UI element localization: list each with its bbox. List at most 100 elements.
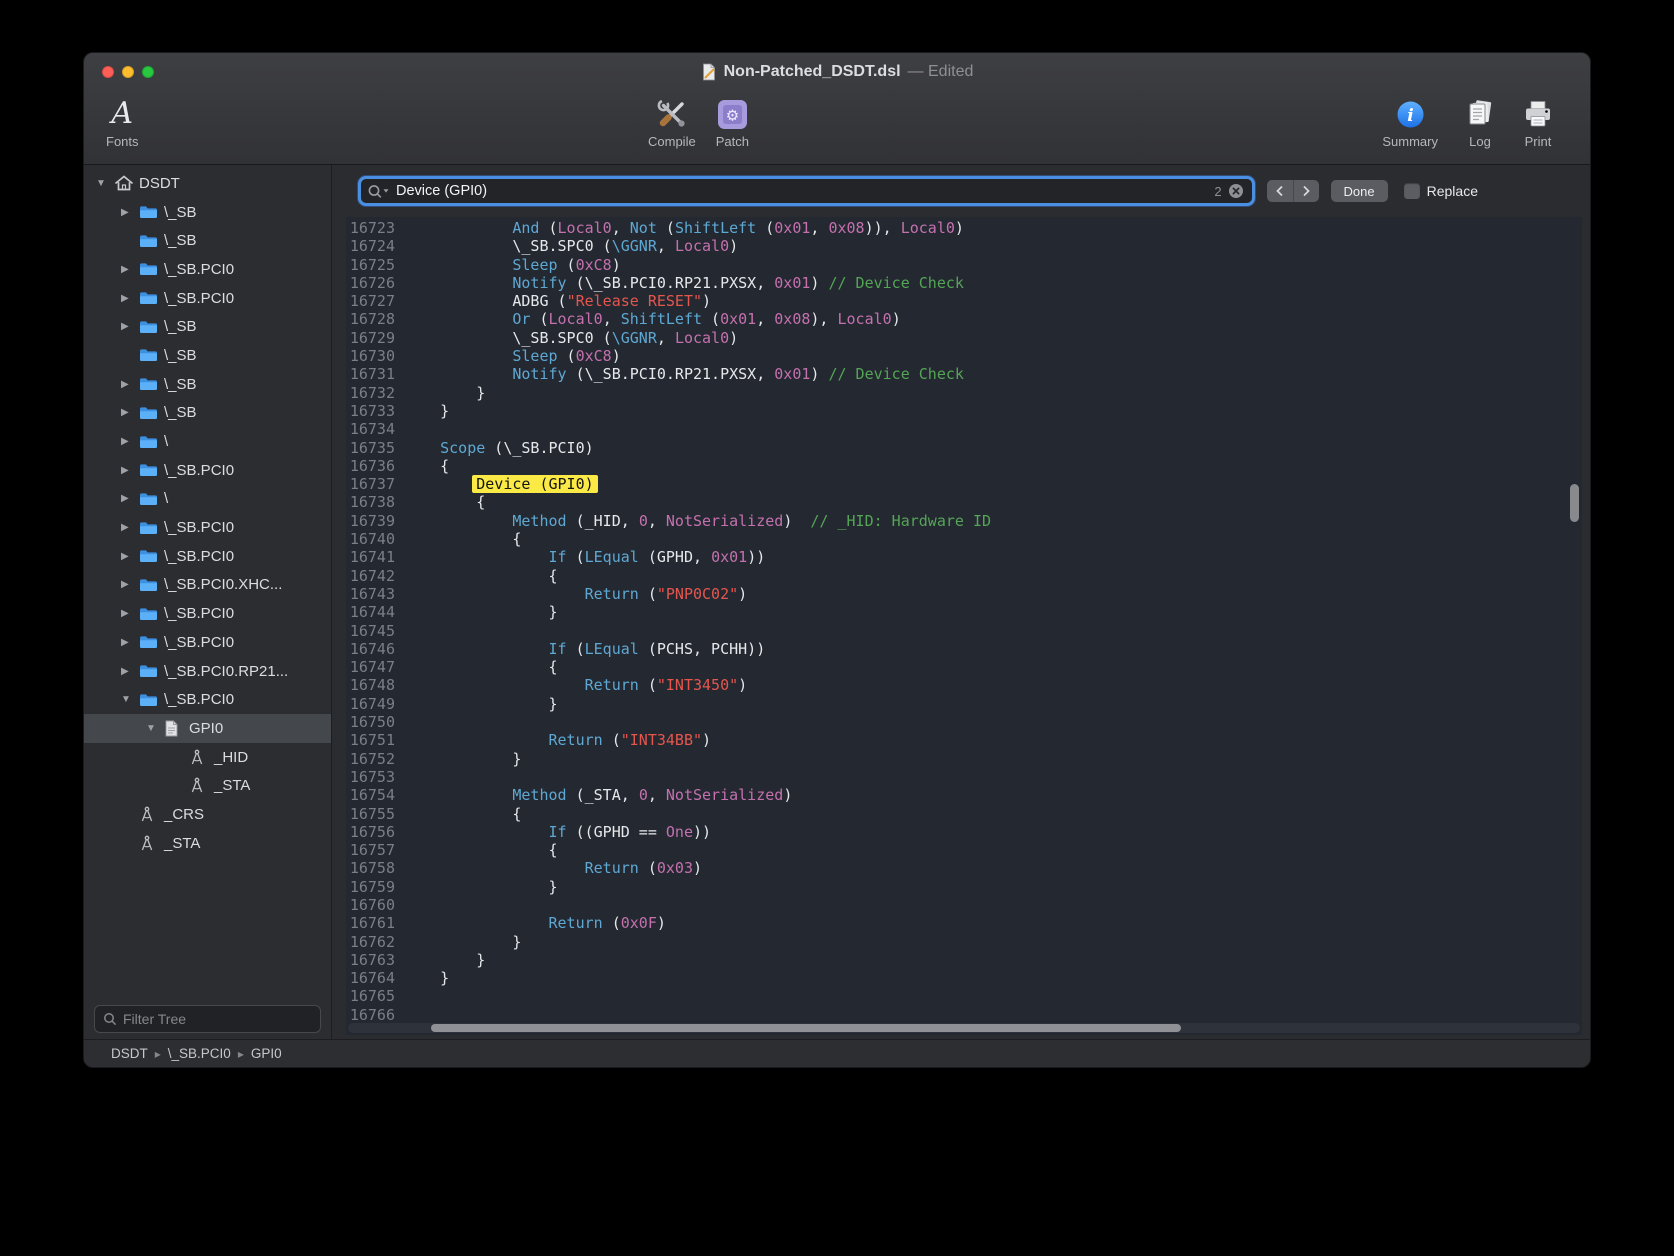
code-line-16730[interactable]: Sleep (0xC8)	[404, 347, 1582, 365]
code-line-16740[interactable]: {	[404, 530, 1582, 548]
code-line-16752[interactable]: }	[404, 750, 1582, 768]
tree-item-sb[interactable]: ▶\_SB	[84, 370, 331, 399]
disclosure-collapsed-icon[interactable]: ▶	[119, 522, 139, 533]
disclosure-collapsed-icon[interactable]: ▶	[119, 637, 139, 648]
tree-item-crs[interactable]: _CRS	[84, 800, 331, 829]
code-line-16741[interactable]: If (LEqual (GPHD, 0x01))	[404, 548, 1582, 566]
code-line-16751[interactable]: Return ("INT34BB")	[404, 731, 1582, 749]
filter-tree-field[interactable]	[94, 1005, 321, 1033]
breadcrumb-item[interactable]: GPI0	[251, 1046, 282, 1061]
code-line-16763[interactable]: }	[404, 951, 1582, 969]
code-line-16727[interactable]: ADBG ("Release RESET")	[404, 292, 1582, 310]
print-button[interactable]: Print	[1522, 95, 1554, 149]
disclosure-collapsed-icon[interactable]: ▶	[119, 407, 139, 418]
code-area[interactable]: And (Local0, Not (ShiftLeft (0x01, 0x08)…	[404, 219, 1582, 1035]
code-line-16744[interactable]: }	[404, 603, 1582, 621]
code-line-16766[interactable]	[404, 1006, 1582, 1024]
tree-item-sb[interactable]: \_SB	[84, 341, 331, 370]
code-line-16756[interactable]: If ((GPHD == One))	[404, 823, 1582, 841]
code-line-16757[interactable]: {	[404, 841, 1582, 859]
tree-item-sbpci0rp21[interactable]: ▶\_SB.PCI0.RP21...	[84, 657, 331, 686]
code-line-16749[interactable]: }	[404, 695, 1582, 713]
tree-item-dsdt[interactable]: ▼DSDT	[84, 169, 331, 198]
code-line-16758[interactable]: Return (0x03)	[404, 859, 1582, 877]
tree-item-sbpci0[interactable]: ▶\_SB.PCI0	[84, 628, 331, 657]
compile-button[interactable]: Compile	[648, 95, 696, 149]
log-button[interactable]: Log	[1464, 95, 1496, 149]
titlebar[interactable]: Non-Patched_DSDT.dsl — Edited	[84, 53, 1590, 91]
code-line-16733[interactable]: }	[404, 402, 1582, 420]
code-line-16726[interactable]: Notify (\_SB.PCI0.RP21.PXSX, 0x01) // De…	[404, 274, 1582, 292]
horizontal-scrollbar[interactable]	[431, 1024, 1181, 1032]
disclosure-collapsed-icon[interactable]: ▶	[119, 379, 139, 390]
code-line-16764[interactable]: }	[404, 969, 1582, 987]
code-line-16731[interactable]: Notify (\_SB.PCI0.RP21.PXSX, 0x01) // De…	[404, 365, 1582, 383]
tree-item-[interactable]: ▶\	[84, 485, 331, 514]
code-line-16738[interactable]: {	[404, 493, 1582, 511]
code-line-16732[interactable]: }	[404, 384, 1582, 402]
code-line-16723[interactable]: And (Local0, Not (ShiftLeft (0x01, 0x08)…	[404, 219, 1582, 237]
tree-item-sbpci0[interactable]: ▶\_SB.PCI0	[84, 456, 331, 485]
tree-item-sbpci0[interactable]: ▶\_SB.PCI0	[84, 542, 331, 571]
disclosure-collapsed-icon[interactable]: ▶	[119, 264, 139, 275]
code-editor[interactable]: 1672316724167251672616727167281672916730…	[346, 217, 1582, 1035]
code-line-16735[interactable]: Scope (\_SB.PCI0)	[404, 439, 1582, 457]
code-line-16736[interactable]: {	[404, 457, 1582, 475]
code-line-16737[interactable]: Device (GPI0)	[404, 475, 1582, 493]
search-input[interactable]	[396, 183, 1208, 199]
disclosure-collapsed-icon[interactable]: ▶	[119, 579, 139, 590]
tree-item-sbpci0[interactable]: ▼\_SB.PCI0	[84, 685, 331, 714]
code-line-16743[interactable]: Return ("PNP0C02")	[404, 585, 1582, 603]
find-next-button[interactable]	[1293, 180, 1319, 202]
breadcrumb-item[interactable]: \_SB.PCI0	[168, 1046, 231, 1061]
code-line-16755[interactable]: {	[404, 805, 1582, 823]
disclosure-collapsed-icon[interactable]: ▶	[119, 551, 139, 562]
code-line-16734[interactable]	[404, 420, 1582, 438]
done-button[interactable]: Done	[1331, 180, 1388, 202]
tree-item-sbpci0xhc[interactable]: ▶\_SB.PCI0.XHC...	[84, 571, 331, 600]
tree-item-[interactable]: ▶\	[84, 427, 331, 456]
search-field[interactable]: 2	[358, 176, 1255, 206]
summary-button[interactable]: i Summary	[1382, 95, 1438, 149]
fonts-button[interactable]: A Fonts	[106, 95, 139, 149]
code-line-16761[interactable]: Return (0x0F)	[404, 914, 1582, 932]
code-line-16765[interactable]	[404, 987, 1582, 1005]
tree-item-sb[interactable]: ▶\_SB	[84, 198, 331, 227]
code-line-16742[interactable]: {	[404, 567, 1582, 585]
code-line-16759[interactable]: }	[404, 878, 1582, 896]
code-line-16745[interactable]	[404, 622, 1582, 640]
patch-button[interactable]: ⚙ Patch	[716, 95, 749, 149]
tree-item-sbpci0[interactable]: ▶\_SB.PCI0	[84, 513, 331, 542]
replace-checkbox[interactable]	[1404, 183, 1420, 199]
filter-tree-input[interactable]	[123, 1011, 312, 1027]
code-line-16753[interactable]	[404, 768, 1582, 786]
disclosure-expanded-icon[interactable]: ▼	[144, 723, 164, 734]
tree-item-sta[interactable]: _STA	[84, 829, 331, 858]
tree-item-sb[interactable]: \_SB	[84, 226, 331, 255]
tree-item-sbpci0[interactable]: ▶\_SB.PCI0	[84, 284, 331, 313]
tree-item-hid[interactable]: _HID	[84, 743, 331, 772]
code-line-16748[interactable]: Return ("INT3450")	[404, 676, 1582, 694]
code-line-16747[interactable]: {	[404, 658, 1582, 676]
breadcrumb-item[interactable]: DSDT	[111, 1046, 148, 1061]
find-previous-button[interactable]	[1267, 180, 1293, 202]
disclosure-expanded-icon[interactable]: ▼	[119, 694, 139, 705]
code-line-16728[interactable]: Or (Local0, ShiftLeft (0x01, 0x08), Loca…	[404, 310, 1582, 328]
code-line-16762[interactable]: }	[404, 933, 1582, 951]
code-line-16750[interactable]	[404, 713, 1582, 731]
code-line-16725[interactable]: Sleep (0xC8)	[404, 256, 1582, 274]
disclosure-collapsed-icon[interactable]: ▶	[119, 293, 139, 304]
disclosure-expanded-icon[interactable]: ▼	[94, 178, 114, 189]
code-line-16739[interactable]: Method (_HID, 0, NotSerialized) // _HID:…	[404, 512, 1582, 530]
tree-item-sbpci0[interactable]: ▶\_SB.PCI0	[84, 255, 331, 284]
tree-item-sb[interactable]: ▶\_SB	[84, 312, 331, 341]
disclosure-collapsed-icon[interactable]: ▶	[119, 666, 139, 677]
code-line-16729[interactable]: \_SB.SPC0 (\GGNR, Local0)	[404, 329, 1582, 347]
disclosure-collapsed-icon[interactable]: ▶	[119, 465, 139, 476]
clear-search-button[interactable]	[1228, 183, 1244, 199]
code-line-16760[interactable]	[404, 896, 1582, 914]
disclosure-collapsed-icon[interactable]: ▶	[119, 493, 139, 504]
tree-item-gpi0[interactable]: ▼GPI0	[84, 714, 331, 743]
disclosure-collapsed-icon[interactable]: ▶	[119, 321, 139, 332]
disclosure-collapsed-icon[interactable]: ▶	[119, 436, 139, 447]
